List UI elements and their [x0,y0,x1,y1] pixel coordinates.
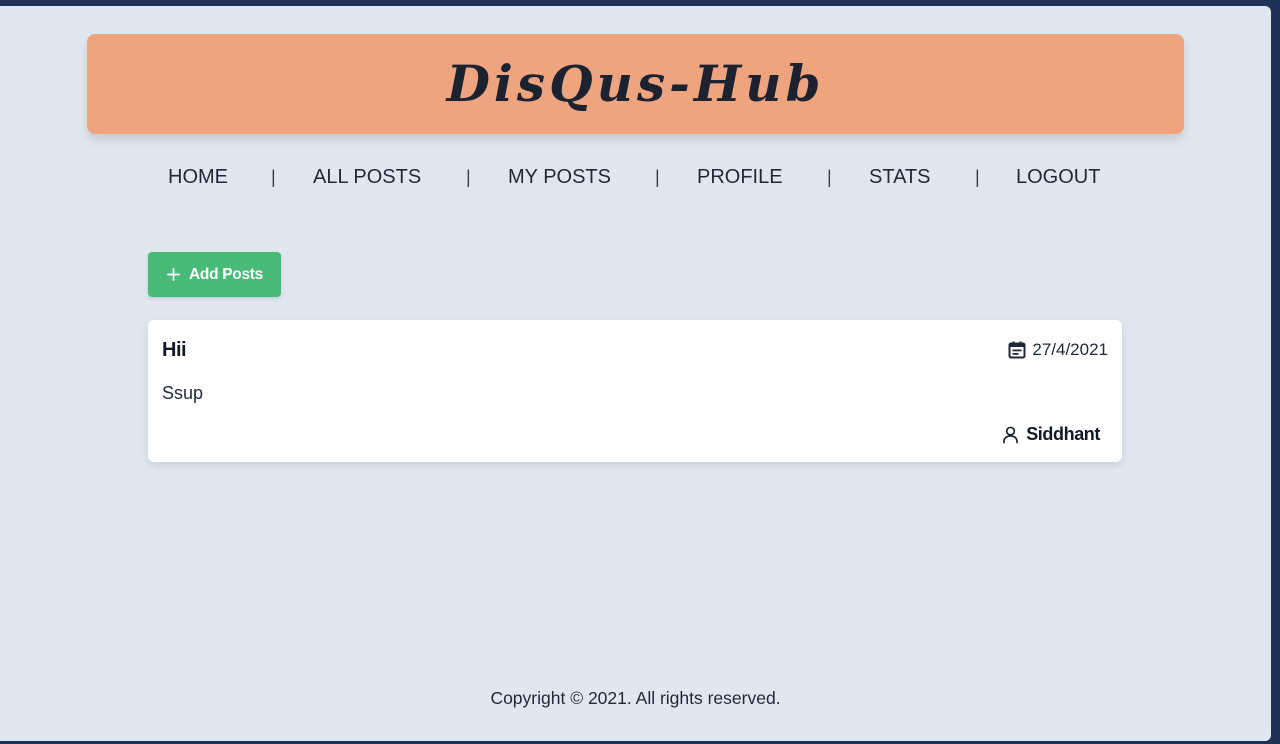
add-posts-button[interactable]: Add Posts [148,252,281,297]
post-date-text: 27/4/2021 [1032,340,1108,359]
nav-separator: | [271,167,276,187]
app-window: DisQus-Hub HOME | ALL POSTS | MY POSTS |… [0,6,1271,741]
nav-separator: | [975,167,980,187]
post-date: 27/4/2021 [1007,340,1108,360]
calendar-icon [1008,341,1026,359]
nav-profile[interactable]: PROFILE [697,164,783,190]
site-title: DisQus-Hub [446,53,825,113]
post-title: Hii [162,339,187,361]
nav-stats[interactable]: STATS [869,164,930,190]
nav-separator: | [827,167,832,187]
nav-home[interactable]: HOME [168,164,228,190]
post-card: Hii 27/4/2021 Ssup Siddhant [148,320,1122,462]
main-nav: HOME | ALL POSTS | MY POSTS | PROFILE | … [0,164,1271,190]
post-author[interactable]: Siddhant [1001,424,1100,445]
post-body: Ssup [162,383,204,403]
nav-my-posts[interactable]: MY POSTS [508,164,611,190]
user-icon [1003,426,1019,444]
add-posts-label: Add Posts [189,265,263,283]
nav-separator: | [655,167,660,187]
footer-copyright: Copyright © 2021. All rights reserved. [490,688,781,708]
nav-all-posts[interactable]: ALL POSTS [313,164,421,190]
post-author-name: Siddhant [1026,424,1100,444]
header-banner: DisQus-Hub [87,34,1184,134]
nav-separator: | [466,167,471,187]
plus-icon [167,268,180,281]
nav-logout[interactable]: LOGOUT [1016,164,1100,190]
